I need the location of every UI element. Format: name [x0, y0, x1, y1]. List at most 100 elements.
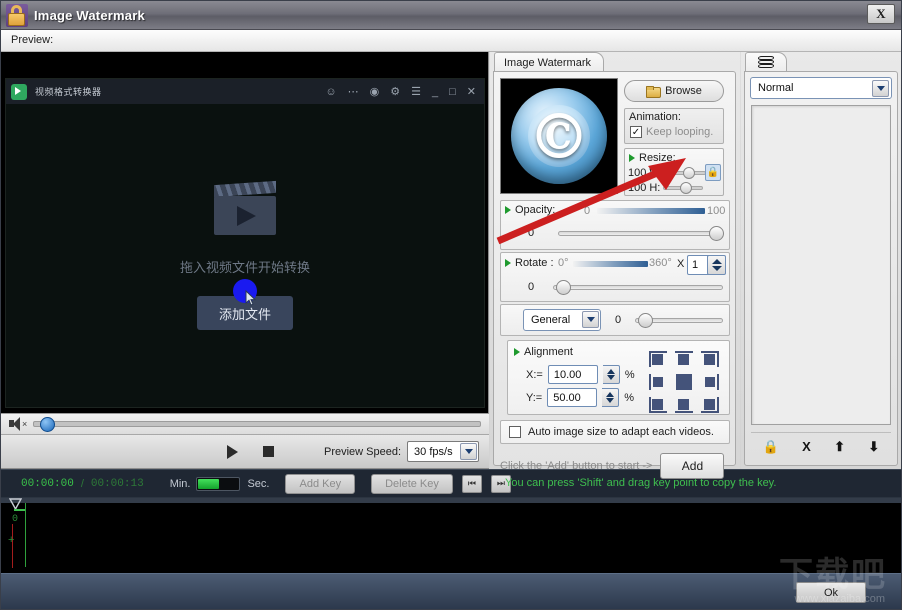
volume-slider-handle[interactable]	[40, 417, 55, 432]
alignment-x-stepper[interactable]	[602, 365, 620, 384]
padlock-icon	[6, 3, 28, 27]
close-icon: ✕	[466, 86, 476, 98]
speaker-muted-icon[interactable]: ×	[9, 417, 29, 431]
close-button[interactable]: X	[867, 4, 895, 24]
rotate-slider-handle[interactable]	[556, 280, 571, 295]
align-bottom-center[interactable]	[673, 395, 695, 413]
add-file-button[interactable]: 添加文件	[197, 279, 293, 330]
skip-previous-icon[interactable]: ⏮	[461, 474, 482, 493]
watermark-thumbnail[interactable]: ©	[500, 78, 618, 194]
delete-icon[interactable]: X	[802, 439, 811, 454]
general-select[interactable]: General	[523, 309, 601, 331]
resize-height-handle[interactable]	[680, 182, 693, 194]
account-icon: ☺	[325, 85, 337, 98]
alignment-label: Alignment	[524, 346, 573, 358]
drop-zone[interactable]: 拖入视频文件开始转换 添加文件	[6, 104, 484, 409]
move-down-icon[interactable]: ⬇	[868, 439, 879, 455]
volume-slider[interactable]	[33, 417, 481, 432]
preview-speed-select[interactable]: 30 fps/s	[407, 441, 480, 462]
min-sec-toggle[interactable]	[196, 476, 241, 491]
volume-row: ×	[1, 413, 489, 435]
more-icon: ⋯	[347, 86, 359, 98]
keep-looping-checkbox[interactable]: ✓	[630, 126, 642, 138]
play-button[interactable]	[227, 444, 238, 459]
opacity-group: Opacity: 0 100 0	[500, 200, 730, 250]
keyframe-marker[interactable]	[14, 509, 25, 511]
auto-size-checkbox[interactable]	[509, 426, 521, 438]
align-bottom-right[interactable]	[699, 395, 721, 413]
alignment-y-stepper[interactable]	[602, 388, 620, 407]
animation-label: Animation:	[629, 111, 681, 123]
tab-image-watermark[interactable]: Image Watermark	[494, 52, 605, 72]
keyframe-track[interactable]: 0 +	[1, 497, 901, 573]
browse-label: Browse	[665, 85, 702, 97]
folder-open-icon	[646, 86, 662, 98]
add-file-label: 添加文件	[218, 306, 271, 322]
align-bottom-left[interactable]	[647, 395, 669, 413]
layer-list[interactable]	[751, 105, 891, 425]
rotate-max: 360°	[649, 257, 672, 269]
align-top-center[interactable]	[673, 351, 695, 369]
timeline-header: 00:00:00 / 00:00:13 Min. Sec. Add Key De…	[1, 469, 901, 497]
keyframe-line	[25, 503, 26, 567]
alignment-x-label: X:=	[526, 368, 543, 381]
alignment-x-unit: %	[624, 368, 635, 381]
track-plus-label: +	[8, 534, 15, 546]
general-slider[interactable]	[635, 312, 724, 328]
preview-strip: Preview:	[1, 30, 901, 52]
footer-bar: Ok	[1, 573, 901, 609]
move-up-icon[interactable]: ⬆	[834, 439, 845, 455]
opacity-slider[interactable]	[558, 226, 724, 241]
align-top-left[interactable]	[647, 351, 669, 369]
resize-width-slider[interactable]	[665, 167, 706, 179]
resize-width-value: 100	[628, 167, 647, 179]
timeline-ruler[interactable]	[1, 498, 901, 503]
alignment-y-input[interactable]: 50.00	[547, 388, 598, 407]
inner-app-logo-icon	[11, 83, 27, 100]
copyright-logo-icon: ©	[511, 88, 607, 184]
chevron-down-icon[interactable]	[872, 80, 889, 97]
smiley-icon: ◉	[369, 86, 380, 98]
chevron-down-icon[interactable]	[460, 443, 478, 460]
options-panel-body: © Browse Animation: ✓ Keep looping. Resi…	[493, 71, 736, 479]
rotate-value: 0	[528, 281, 535, 293]
chevron-down-icon[interactable]	[582, 311, 599, 328]
add-row: Click the 'Add' button to start -> Add	[500, 450, 730, 482]
resize-lock-icon[interactable]: 🔒	[705, 164, 721, 181]
general-slider-handle[interactable]	[638, 312, 654, 328]
align-top-right[interactable]	[699, 351, 721, 369]
resize-height-slider[interactable]	[663, 182, 704, 194]
alignment-y-unit: %	[624, 391, 634, 404]
alignment-x-input[interactable]: 10.00	[547, 365, 598, 384]
resize-width-handle[interactable]	[682, 167, 695, 179]
expand-triangle-icon[interactable]	[505, 206, 511, 214]
expand-triangle-icon[interactable]	[505, 259, 511, 267]
alignment-group: Alignment X:= 10.00 % Y:= 50.00 %	[507, 340, 730, 415]
resize-width-label: W:	[649, 167, 663, 179]
stop-button[interactable]	[263, 446, 274, 457]
current-time: 00:00:00	[21, 477, 74, 490]
general-group: General 0	[500, 304, 730, 336]
expand-triangle-icon[interactable]	[514, 348, 520, 356]
opacity-label: Opacity:	[515, 204, 556, 216]
expand-triangle-icon[interactable]	[629, 154, 635, 162]
align-middle-right[interactable]	[699, 373, 721, 391]
ok-button[interactable]: Ok	[796, 582, 866, 603]
opacity-slider-handle[interactable]	[709, 226, 724, 241]
add-button[interactable]: Add	[660, 453, 725, 479]
browse-button[interactable]: Browse	[624, 80, 724, 102]
auto-size-label: Auto image size to adapt each videos.	[528, 426, 714, 438]
align-middle-center[interactable]	[673, 373, 695, 391]
lock-icon[interactable]: 🔒	[763, 439, 779, 455]
delete-key-button[interactable]: Delete Key	[371, 473, 453, 494]
tab-layers[interactable]	[745, 52, 787, 72]
rotate-slider[interactable]	[553, 280, 723, 295]
blend-mode-select[interactable]: Normal	[750, 77, 892, 99]
resize-height-value: 100	[628, 182, 647, 194]
add-key-button[interactable]: Add Key	[285, 473, 356, 494]
rotate-multiplier-stepper[interactable]	[707, 255, 726, 275]
rotate-multiplier-value: 1	[692, 259, 699, 271]
align-middle-left[interactable]	[647, 373, 669, 391]
inner-app-title: 视频格式转换器	[35, 87, 102, 97]
preview-speed-label: Preview Speed:	[324, 445, 402, 458]
